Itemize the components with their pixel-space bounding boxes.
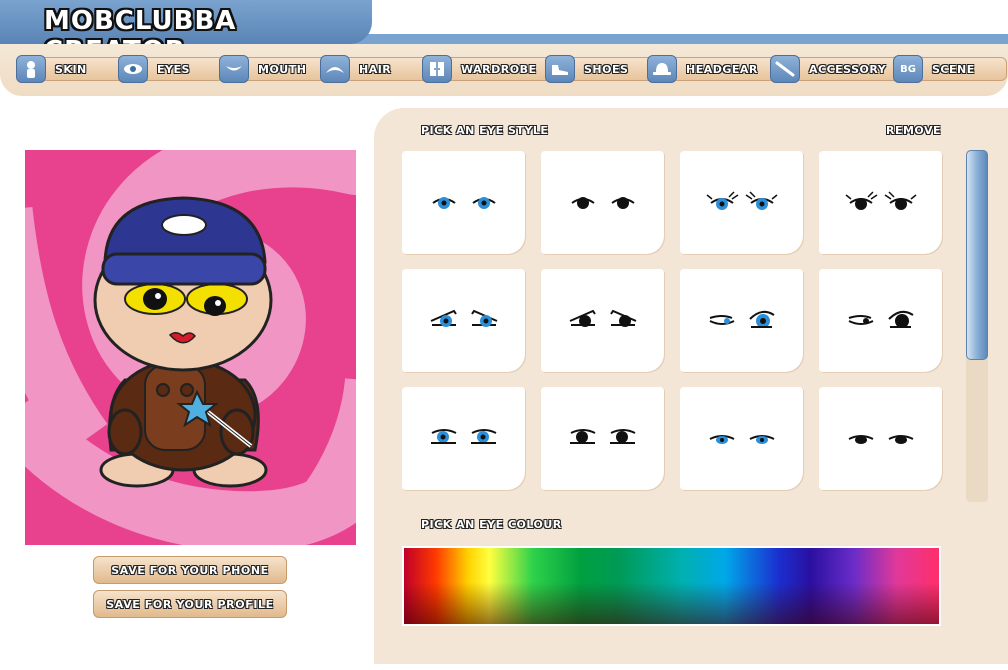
eye-style-option[interactable] xyxy=(680,269,803,372)
save-phone-button[interactable]: SAVE FOR YOUR PHONE xyxy=(93,556,287,584)
nav-label: MOUTH xyxy=(245,57,329,81)
nav-label: SCENE xyxy=(919,57,1007,81)
nav-label: HAIR xyxy=(346,57,432,81)
nav-item-accessory[interactable]: ACCESSORY xyxy=(770,54,908,84)
eye-style-option[interactable] xyxy=(402,269,525,372)
eye-style-icon xyxy=(570,429,636,444)
nav-item-eyes[interactable]: EYES xyxy=(118,54,224,84)
eye-style-option[interactable] xyxy=(541,151,664,254)
scrollbar-thumb[interactable] xyxy=(966,150,988,360)
eye-style-icon xyxy=(848,310,914,328)
eye-style-icon xyxy=(569,309,637,327)
nav-item-skin[interactable]: SKIN xyxy=(16,54,132,84)
eye-colour-heading: PICK AN EYE COLOUR xyxy=(421,518,562,531)
nav-item-wardrobe[interactable]: WARDROBE xyxy=(422,54,558,84)
nav-label: WARDROBE xyxy=(448,57,558,81)
eye-style-option[interactable] xyxy=(402,387,525,490)
shoe-icon xyxy=(545,55,575,83)
eye-style-option[interactable] xyxy=(680,387,803,490)
nav-label: EYES xyxy=(144,57,224,81)
eye-style-option[interactable] xyxy=(402,151,525,254)
eye-style-icon xyxy=(430,309,498,327)
nav-item-hair[interactable]: HAIR xyxy=(320,54,432,84)
nav-item-shoes[interactable]: SHOES xyxy=(545,54,657,84)
mouth-icon xyxy=(219,55,249,83)
nav-item-scene[interactable]: BG SCENE xyxy=(893,54,1007,84)
nav-item-mouth[interactable]: MOUTH xyxy=(219,54,329,84)
wand-icon xyxy=(770,55,800,83)
eye-colour-picker[interactable] xyxy=(402,546,941,626)
eye-style-icon xyxy=(431,429,497,444)
nav-label: ACCESSORY xyxy=(796,57,908,81)
character-preview xyxy=(25,150,356,545)
hair-icon xyxy=(320,55,350,83)
eye-style-option[interactable] xyxy=(819,269,942,372)
nav-label: SHOES xyxy=(571,57,657,81)
eye-style-icon xyxy=(709,310,775,328)
bg-icon: BG xyxy=(893,55,923,83)
eye-style-icon xyxy=(845,191,917,210)
eye-style-option[interactable] xyxy=(680,151,803,254)
eye-style-heading: PICK AN EYE STYLE xyxy=(421,124,549,137)
eye-style-option[interactable] xyxy=(541,387,664,490)
title-tab: MOBCLUBBA CREATOR xyxy=(0,0,372,66)
character-avatar xyxy=(93,196,273,488)
hat-icon xyxy=(647,55,677,83)
eye-style-icon xyxy=(709,435,775,444)
wardrobe-icon xyxy=(422,55,452,83)
eye-style-icon xyxy=(848,435,914,444)
nav-label: HEADGEAR xyxy=(673,57,777,81)
save-profile-button[interactable]: SAVE FOR YOUR PROFILE xyxy=(93,590,287,618)
remove-button[interactable]: REMOVE xyxy=(886,124,941,137)
eye-icon xyxy=(118,55,148,83)
person-icon xyxy=(16,55,46,83)
nav-item-headgear[interactable]: HEADGEAR xyxy=(647,54,777,84)
eye-style-option[interactable] xyxy=(819,387,942,490)
eye-style-option[interactable] xyxy=(541,269,664,372)
eye-style-icon xyxy=(706,191,778,210)
eye-style-icon xyxy=(432,197,496,209)
eye-style-icon xyxy=(571,197,635,209)
eye-style-option[interactable] xyxy=(819,151,942,254)
